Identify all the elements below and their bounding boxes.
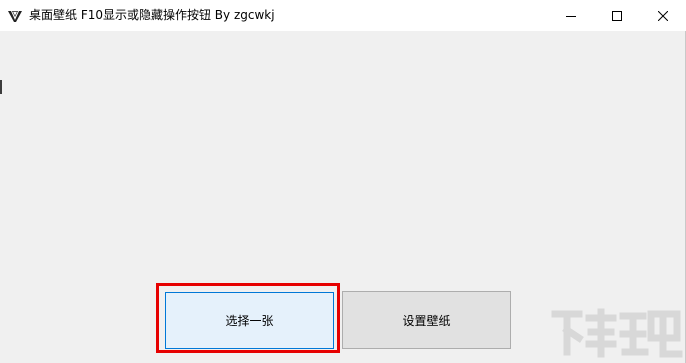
maximize-icon	[612, 10, 622, 21]
window-title: 桌面壁纸 F10显示或隐藏操作按钮 By zgcwkj	[29, 8, 275, 22]
close-icon	[658, 10, 668, 21]
title-bar[interactable]: 桌面壁纸 F10显示或隐藏操作按钮 By zgcwkj	[0, 0, 686, 31]
watermark-logo	[551, 308, 683, 358]
window-edge-mark	[0, 80, 2, 94]
app-window: 桌面壁纸 F10显示或隐藏操作按钮 By zgcwkj 选择一张 设置壁纸	[0, 0, 686, 363]
minimize-button[interactable]	[548, 0, 594, 31]
app-icon	[8, 11, 22, 22]
select-one-button[interactable]: 选择一张	[165, 292, 334, 349]
minimize-icon	[566, 15, 576, 17]
maximize-button[interactable]	[594, 0, 640, 31]
close-button[interactable]	[640, 0, 686, 31]
set-wallpaper-button[interactable]: 设置壁纸	[342, 291, 511, 349]
